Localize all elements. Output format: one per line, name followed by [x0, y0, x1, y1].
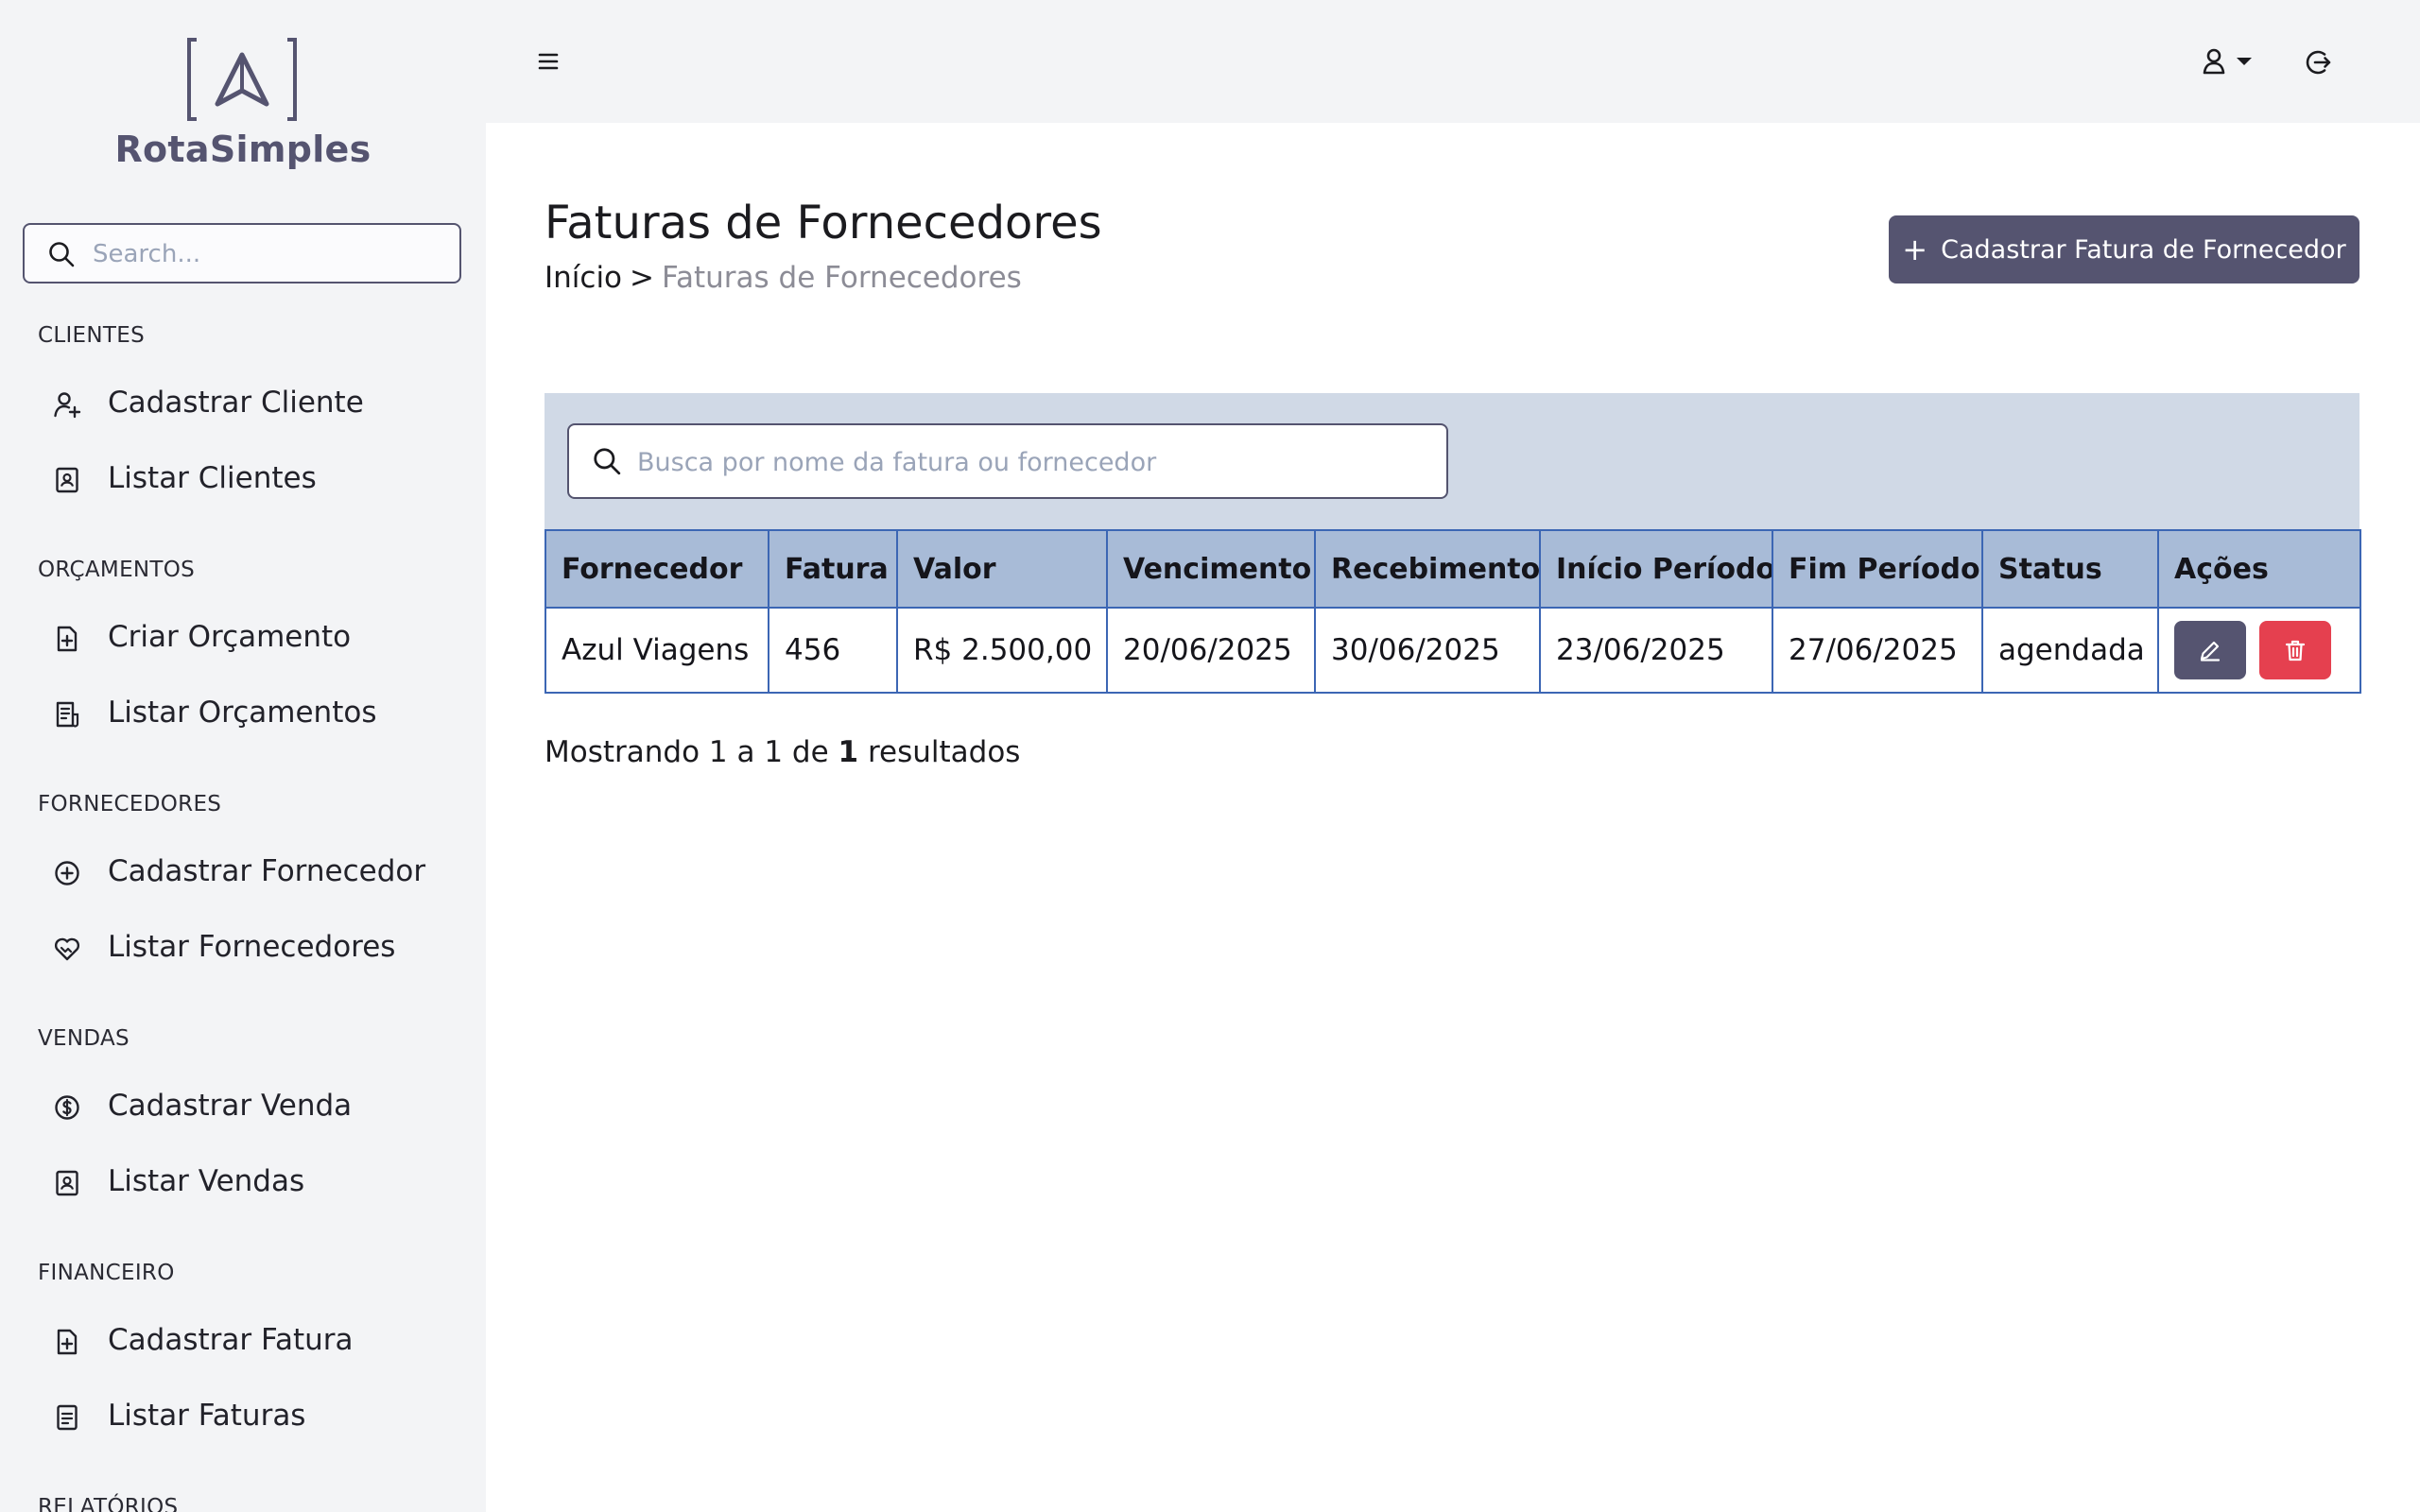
document-lines-icon	[57, 1404, 78, 1431]
hamburger-menu-icon	[538, 53, 559, 70]
add-supplier-invoice-label: Cadastrar Fatura de Fornecedor	[1941, 234, 2346, 265]
sidebar-search-input[interactable]	[91, 232, 444, 276]
breadcrumb: Início > Faturas de Fornecedores	[544, 261, 1022, 295]
sidebar-item-label: Listar Fornecedores	[108, 930, 396, 964]
table-row: Azul Viagens 456 R$ 2.500,00 20/06/2025 …	[544, 607, 2361, 694]
nav-section-orcamentos: ORÇAMENTOS	[38, 558, 196, 582]
column-header-vencimento[interactable]: Vencimento	[1106, 529, 1316, 609]
cell-acoes	[2157, 607, 2361, 694]
contact-book-icon	[56, 1170, 78, 1196]
handshake-heart-icon	[54, 937, 80, 961]
sidebar-item-label: Criar Orçamento	[108, 620, 352, 654]
breadcrumb-separator: >	[630, 261, 655, 295]
nav-section-fornecedores: FORNECEDORES	[38, 792, 222, 816]
cell-vencimento: 20/06/2025	[1106, 607, 1316, 694]
sidebar-item-cadastrar-venda[interactable]: Cadastrar Venda	[53, 1083, 450, 1130]
sidebar-search	[23, 223, 461, 284]
column-header-fim-periodo[interactable]: Fim Período	[1772, 529, 1983, 609]
user-menu-button[interactable]	[2199, 43, 2265, 81]
sidebar-item-label: Listar Clientes	[108, 461, 317, 495]
column-header-valor[interactable]: Valor	[896, 529, 1108, 609]
sidebar-item-label: Cadastrar Venda	[108, 1089, 353, 1123]
file-plus-icon	[57, 1329, 78, 1355]
contact-book-icon	[56, 467, 78, 493]
results-prefix: Mostrando 1 a 1 de	[544, 735, 829, 769]
cell-fornecedor: Azul Viagens	[544, 607, 769, 694]
search-icon	[594, 448, 621, 475]
logo-mark-icon	[187, 38, 297, 121]
table-header-row: Fornecedor Fatura Valor Vencimento Receb…	[544, 529, 2361, 609]
add-supplier-invoice-button[interactable]: + Cadastrar Fatura de Fornecedor	[1889, 215, 2360, 284]
table-search-input[interactable]	[635, 440, 1433, 484]
edit-button[interactable]	[2174, 621, 2246, 679]
cell-status: agendada	[1981, 607, 2159, 694]
sidebar-item-listar-vendas[interactable]: Listar Vendas	[53, 1159, 450, 1206]
user-plus-icon	[54, 392, 81, 419]
results-total: 1	[838, 735, 859, 769]
sidebar-item-cadastrar-fornecedor[interactable]: Cadastrar Fornecedor	[53, 849, 450, 896]
sidebar-item-listar-fornecedores[interactable]: Listar Fornecedores	[53, 924, 450, 971]
delete-button[interactable]	[2259, 621, 2331, 679]
sidebar-item-label: Cadastrar Cliente	[108, 386, 364, 420]
column-header-fatura[interactable]: Fatura	[768, 529, 898, 609]
trash-icon	[2285, 640, 2306, 662]
file-list-icon	[56, 701, 79, 728]
nav-section-clientes: CLIENTES	[38, 323, 145, 348]
nav-section-vendas: VENDAS	[38, 1026, 130, 1051]
search-icon	[49, 242, 75, 267]
sidebar-item-cadastrar-cliente[interactable]: Cadastrar Cliente	[53, 380, 450, 427]
sidebar-item-label: Listar Orçamentos	[108, 696, 377, 730]
logout-button[interactable]	[2299, 43, 2337, 81]
table-search	[567, 423, 1448, 499]
cell-fatura: 456	[768, 607, 898, 694]
column-header-fornecedor[interactable]: Fornecedor	[544, 529, 769, 609]
sidebar-item-label: Listar Vendas	[108, 1164, 305, 1198]
circle-plus-icon	[55, 861, 79, 885]
cell-inicio-periodo: 23/06/2025	[1539, 607, 1773, 694]
invoice-table-panel: Fornecedor Fatura Valor Vencimento Receb…	[544, 393, 2361, 694]
sidebar-item-listar-faturas[interactable]: Listar Faturas	[53, 1393, 450, 1440]
column-header-recebimento[interactable]: Recebimento	[1314, 529, 1541, 609]
results-suffix: resultados	[867, 735, 1021, 769]
sidebar-item-criar-orcamento[interactable]: Criar Orçamento	[53, 614, 450, 662]
caret-down-icon	[2237, 58, 2252, 65]
sidebar: RotaSimples CLIENTES Cadastrar Cliente L…	[0, 0, 486, 1512]
cell-fim-periodo: 27/06/2025	[1772, 607, 1983, 694]
breadcrumb-home-link[interactable]: Início	[544, 261, 622, 295]
column-header-acoes: Ações	[2157, 529, 2361, 609]
pencil-icon	[2200, 641, 2221, 662]
page-title: Faturas de Fornecedores	[544, 197, 1102, 249]
user-icon	[2203, 48, 2225, 75]
supplier-invoices-table: Fornecedor Fatura Valor Vencimento Receb…	[544, 529, 2361, 694]
results-summary: Mostrando 1 a 1 de 1 resultados	[544, 735, 1020, 769]
sidebar-item-label: Cadastrar Fornecedor	[108, 854, 426, 888]
file-plus-icon	[57, 626, 78, 652]
dollar-circle-icon	[55, 1095, 79, 1120]
nav-section-relatorios: RELATÓRIOS	[38, 1495, 179, 1512]
logout-icon	[2306, 50, 2331, 75]
column-header-status[interactable]: Status	[1981, 529, 2159, 609]
sidebar-item-cadastrar-fatura[interactable]: Cadastrar Fatura	[53, 1317, 450, 1365]
breadcrumb-current: Faturas de Fornecedores	[662, 261, 1022, 295]
sidebar-item-label: Cadastrar Fatura	[108, 1323, 354, 1357]
top-bar	[486, 0, 2420, 123]
brand-name: RotaSimples	[114, 129, 372, 170]
sidebar-item-listar-clientes[interactable]: Listar Clientes	[53, 455, 450, 503]
cell-valor: R$ 2.500,00	[896, 607, 1108, 694]
plus-icon: +	[1902, 232, 1928, 267]
column-header-inicio-periodo[interactable]: Início Período	[1539, 529, 1773, 609]
nav-section-financeiro: FINANCEIRO	[38, 1261, 175, 1285]
sidebar-item-listar-orcamentos[interactable]: Listar Orçamentos	[53, 690, 450, 737]
cell-recebimento: 30/06/2025	[1314, 607, 1541, 694]
menu-toggle-button[interactable]	[531, 45, 565, 77]
sidebar-item-label: Listar Faturas	[108, 1399, 306, 1433]
